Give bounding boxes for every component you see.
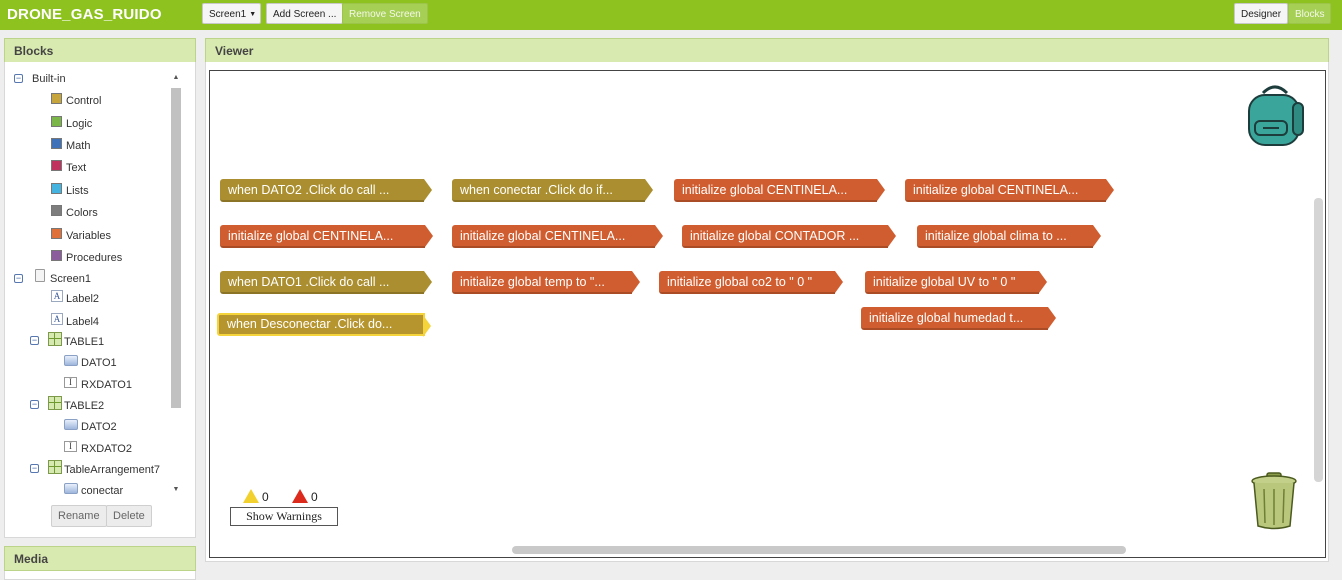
scroll-down-icon[interactable]: ▼: [170, 486, 182, 493]
builtin-procedures[interactable]: Procedures: [66, 250, 122, 266]
tree-item-builtin[interactable]: Built-in: [32, 71, 66, 87]
collapse-builtin-icon[interactable]: −: [14, 74, 23, 83]
trash-icon[interactable]: [1249, 471, 1299, 531]
builtin-variables[interactable]: Variables: [66, 228, 111, 244]
delete-button[interactable]: Delete: [106, 505, 152, 527]
warnings-count: 0: [262, 490, 269, 504]
tree-scroll-thumb[interactable]: [171, 88, 181, 408]
screen-icon: [35, 269, 45, 282]
builtin-colors[interactable]: Colors: [66, 205, 98, 221]
tree-item-tablearrangement7[interactable]: TableArrangement7: [64, 462, 160, 478]
chevron-down-icon: ▼: [249, 11, 257, 18]
builtin-control[interactable]: Control: [66, 93, 101, 109]
tree-item-dato1[interactable]: DATO1: [81, 355, 117, 371]
blocks-button[interactable]: Blocks: [1288, 3, 1332, 24]
tree-item-label4[interactable]: Label4: [66, 314, 99, 330]
variables-swatch-icon: [51, 228, 62, 239]
global-variable-block[interactable]: initialize global UV to " 0 ": [865, 271, 1047, 294]
tree-item-dato2[interactable]: DATO2: [81, 419, 117, 435]
control-swatch-icon: [51, 93, 62, 104]
show-warnings-button[interactable]: Show Warnings: [230, 507, 338, 526]
tree-scrollbar[interactable]: ▲ ▼: [170, 72, 182, 496]
rename-button[interactable]: Rename: [51, 505, 107, 527]
collapse-table2-icon[interactable]: −: [30, 400, 39, 409]
event-block[interactable]: when DATO2 .Click do call ...: [220, 179, 432, 202]
label-icon: A: [51, 290, 63, 302]
button-icon: [64, 483, 78, 494]
tree-item-screen1[interactable]: Screen1: [50, 271, 91, 287]
screen-select[interactable]: Screen1 ▼: [202, 3, 261, 24]
event-block-selected[interactable]: when Desconectar .Click do...: [217, 313, 431, 337]
builtin-logic[interactable]: Logic: [66, 116, 92, 132]
tree-item-table2[interactable]: TABLE2: [64, 398, 104, 414]
error-icon: [292, 489, 308, 503]
table-arrangement-icon: [48, 396, 62, 410]
global-variable-block[interactable]: initialize global CENTINELA...: [905, 179, 1114, 202]
scroll-up-icon[interactable]: ▲: [170, 74, 182, 81]
text-swatch-icon: [51, 160, 62, 171]
add-screen-button[interactable]: Add Screen ...: [266, 3, 344, 24]
workspace-horizontal-scrollbar[interactable]: [512, 546, 1126, 554]
textbox-icon: I: [64, 441, 77, 452]
tree-item-table1[interactable]: TABLE1: [64, 334, 104, 350]
label-icon: A: [51, 313, 63, 325]
event-block[interactable]: when conectar .Click do if...: [452, 179, 653, 202]
blocks-panel-header: Blocks: [4, 38, 196, 63]
button-icon: [64, 419, 78, 430]
textbox-icon: I: [64, 377, 77, 388]
top-bar: DRONE_GAS_RUIDO Screen1 ▼ Add Screen ... …: [0, 0, 1342, 30]
remove-screen-button[interactable]: Remove Screen: [342, 3, 428, 24]
designer-button[interactable]: Designer: [1234, 3, 1289, 24]
screen-select-label: Screen1: [209, 9, 247, 20]
project-title: DRONE_GAS_RUIDO: [7, 6, 162, 23]
table-arrangement-icon: [48, 460, 62, 474]
event-block[interactable]: when DATO1 .Click do call ...: [220, 271, 432, 294]
workspace-vertical-scrollbar[interactable]: [1314, 198, 1323, 482]
global-variable-block[interactable]: initialize global humedad t...: [861, 307, 1056, 330]
collapse-table7-icon[interactable]: −: [30, 464, 39, 473]
global-variable-block[interactable]: initialize global CENTINELA...: [452, 225, 663, 248]
lists-swatch-icon: [51, 183, 62, 194]
table-arrangement-icon: [48, 332, 62, 346]
global-variable-block[interactable]: initialize global CONTADOR ...: [682, 225, 896, 248]
media-panel: [4, 571, 196, 580]
logic-swatch-icon: [51, 116, 62, 127]
math-swatch-icon: [51, 138, 62, 149]
global-variable-block[interactable]: initialize global co2 to " 0 ": [659, 271, 843, 294]
builtin-math[interactable]: Math: [66, 138, 90, 154]
collapse-table1-icon[interactable]: −: [30, 336, 39, 345]
builtin-lists[interactable]: Lists: [66, 183, 89, 199]
global-variable-block[interactable]: initialize global temp to "...: [452, 271, 640, 294]
warning-icon: [243, 489, 259, 503]
global-variable-block[interactable]: initialize global clima to ...: [917, 225, 1101, 248]
tree-item-rxdato1[interactable]: RXDATO1: [81, 377, 132, 393]
viewer-header: Viewer: [205, 38, 1329, 63]
global-variable-block[interactable]: initialize global CENTINELA...: [220, 225, 433, 248]
errors-count: 0: [311, 490, 318, 504]
tree-item-label2[interactable]: Label2: [66, 291, 99, 307]
builtin-text[interactable]: Text: [66, 160, 86, 176]
media-panel-header: Media: [4, 546, 196, 571]
global-variable-block[interactable]: initialize global CENTINELA...: [674, 179, 885, 202]
tree-item-conectar[interactable]: conectar: [81, 483, 123, 499]
blocks-workspace[interactable]: when DATO2 .Click do call ... when conec…: [209, 70, 1326, 558]
tree-item-rxdato2[interactable]: RXDATO2: [81, 441, 132, 457]
procedures-swatch-icon: [51, 250, 62, 261]
button-icon: [64, 355, 78, 366]
collapse-screen1-icon[interactable]: −: [14, 274, 23, 283]
colors-swatch-icon: [51, 205, 62, 216]
backpack-icon[interactable]: [1243, 83, 1307, 147]
